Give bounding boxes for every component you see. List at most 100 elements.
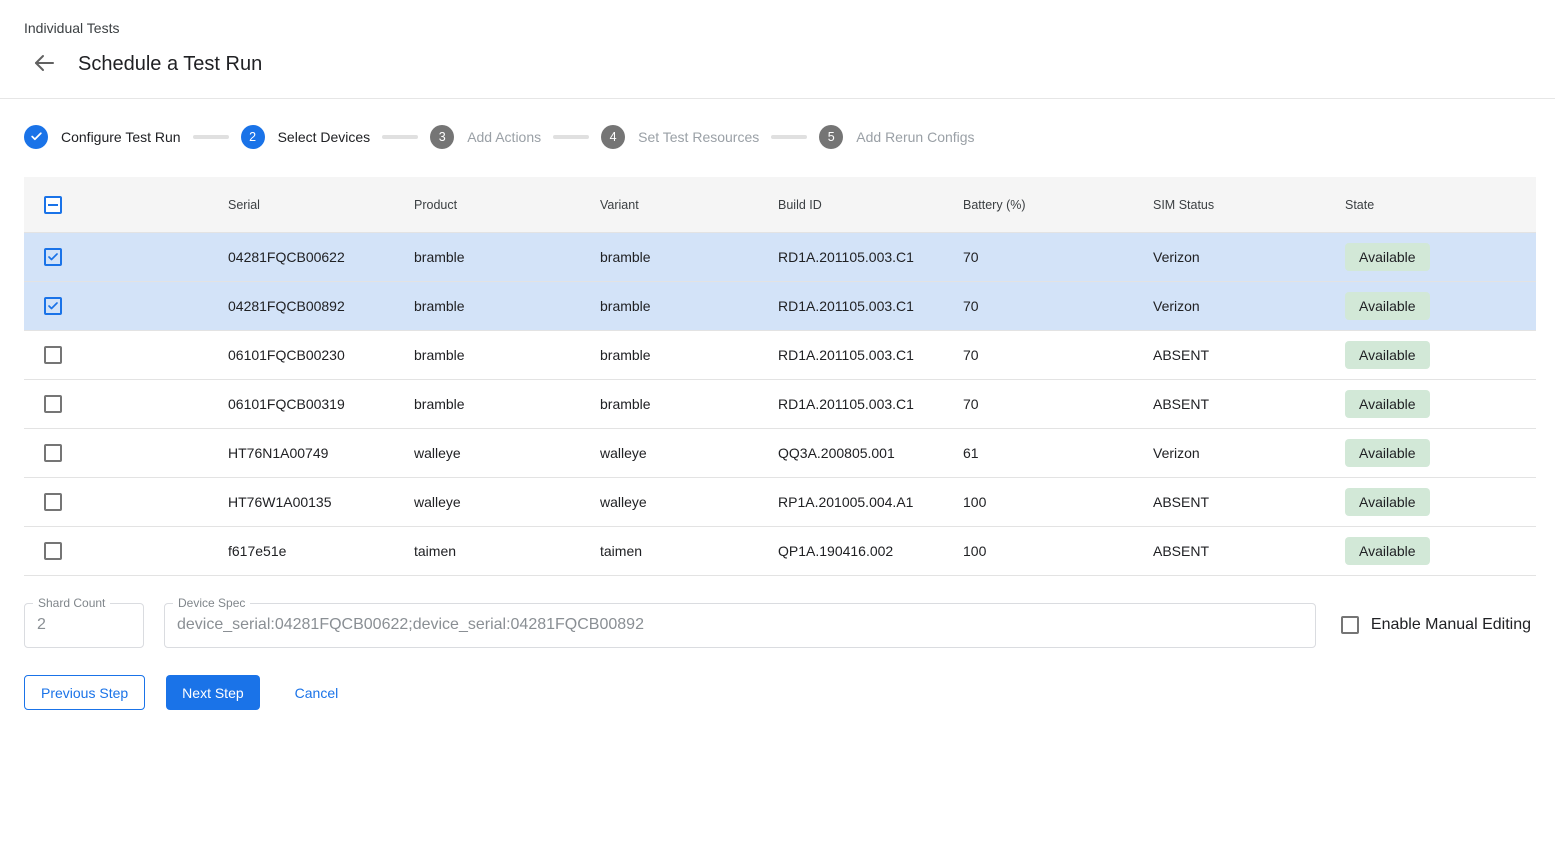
step-number: 5 bbox=[819, 125, 843, 149]
step-label: Configure Test Run bbox=[61, 129, 181, 145]
step-configure-test-run[interactable]: Configure Test Run bbox=[24, 125, 181, 149]
row-checkbox[interactable] bbox=[44, 395, 62, 413]
back-button[interactable] bbox=[24, 44, 64, 84]
step-label: Add Actions bbox=[467, 129, 541, 145]
step-select-devices[interactable]: 2 Select Devices bbox=[241, 125, 371, 149]
cell-serial: HT76W1A00135 bbox=[228, 494, 414, 510]
cell-build-id: QQ3A.200805.001 bbox=[778, 445, 963, 461]
device-table: Serial Product Variant Build ID Battery … bbox=[24, 177, 1536, 576]
stepper-connector bbox=[382, 135, 418, 139]
table-row[interactable]: 06101FQCB00319 bramble bramble RD1A.2011… bbox=[24, 380, 1536, 429]
cell-variant: walleye bbox=[600, 494, 778, 510]
previous-step-button[interactable]: Previous Step bbox=[24, 675, 145, 710]
device-spec-label: Device Spec bbox=[173, 596, 250, 610]
row-checkbox[interactable] bbox=[44, 493, 62, 511]
table-row[interactable]: f617e51e taimen taimen QP1A.190416.002 1… bbox=[24, 527, 1536, 576]
column-header-build-id: Build ID bbox=[778, 198, 963, 212]
row-checkbox[interactable] bbox=[44, 444, 62, 462]
enable-manual-editing-checkbox[interactable] bbox=[1341, 616, 1359, 634]
cell-serial: 04281FQCB00892 bbox=[228, 298, 414, 314]
shard-count-label: Shard Count bbox=[33, 596, 110, 610]
cell-product: bramble bbox=[414, 396, 600, 412]
step-add-actions[interactable]: 3 Add Actions bbox=[430, 125, 541, 149]
cell-battery: 70 bbox=[963, 249, 1153, 265]
column-header-state: State bbox=[1345, 198, 1536, 212]
shard-count-field: Shard Count bbox=[24, 603, 144, 648]
state-badge: Available bbox=[1345, 390, 1430, 418]
step-label: Select Devices bbox=[278, 129, 371, 145]
cell-variant: bramble bbox=[600, 298, 778, 314]
step-add-rerun-configs[interactable]: 5 Add Rerun Configs bbox=[819, 125, 974, 149]
stepper-connector bbox=[771, 135, 807, 139]
cell-variant: bramble bbox=[600, 396, 778, 412]
step-label: Set Test Resources bbox=[638, 129, 759, 145]
wizard-actions: Previous Step Next Step Cancel bbox=[24, 675, 1531, 710]
row-checkbox[interactable] bbox=[44, 248, 62, 266]
cell-battery: 70 bbox=[963, 298, 1153, 314]
cell-build-id: RD1A.201105.003.C1 bbox=[778, 347, 963, 363]
table-row[interactable]: 06101FQCB00230 bramble bramble RD1A.2011… bbox=[24, 331, 1536, 380]
cell-build-id: QP1A.190416.002 bbox=[778, 543, 963, 559]
cell-product: walleye bbox=[414, 445, 600, 461]
cell-build-id: RP1A.201005.004.A1 bbox=[778, 494, 963, 510]
step-set-test-resources[interactable]: 4 Set Test Resources bbox=[601, 125, 759, 149]
column-header-product: Product bbox=[414, 198, 600, 212]
page-title: Schedule a Test Run bbox=[78, 53, 262, 76]
cell-variant: bramble bbox=[600, 249, 778, 265]
table-row[interactable]: 04281FQCB00892 bramble bramble RD1A.2011… bbox=[24, 282, 1536, 331]
cell-product: taimen bbox=[414, 543, 600, 559]
cell-build-id: RD1A.201105.003.C1 bbox=[778, 396, 963, 412]
column-header-variant: Variant bbox=[600, 198, 778, 212]
cell-serial: 06101FQCB00319 bbox=[228, 396, 414, 412]
row-checkbox[interactable] bbox=[44, 346, 62, 364]
cell-sim: ABSENT bbox=[1153, 347, 1345, 363]
step-complete-check-icon bbox=[24, 125, 48, 149]
device-spec-input[interactable] bbox=[177, 616, 1303, 634]
cell-product: bramble bbox=[414, 249, 600, 265]
step-number: 2 bbox=[241, 125, 265, 149]
cell-battery: 70 bbox=[963, 347, 1153, 363]
state-badge: Available bbox=[1345, 439, 1430, 467]
enable-manual-editing-control[interactable]: Enable Manual Editing bbox=[1341, 603, 1531, 634]
cell-battery: 61 bbox=[963, 445, 1153, 461]
table-header-row: Serial Product Variant Build ID Battery … bbox=[24, 177, 1536, 233]
table-row[interactable]: HT76N1A00749 walleye walleye QQ3A.200805… bbox=[24, 429, 1536, 478]
select-all-checkbox[interactable] bbox=[44, 196, 62, 214]
cell-sim: Verizon bbox=[1153, 445, 1345, 461]
shard-count-input[interactable] bbox=[37, 616, 131, 634]
column-header-battery: Battery (%) bbox=[963, 198, 1153, 212]
cell-serial: HT76N1A00749 bbox=[228, 445, 414, 461]
column-header-serial: Serial bbox=[228, 198, 414, 212]
table-row[interactable]: HT76W1A00135 walleye walleye RP1A.201005… bbox=[24, 478, 1536, 527]
row-checkbox[interactable] bbox=[44, 542, 62, 560]
state-badge: Available bbox=[1345, 243, 1430, 271]
cell-variant: taimen bbox=[600, 543, 778, 559]
cancel-button[interactable]: Cancel bbox=[279, 675, 355, 710]
row-checkbox[interactable] bbox=[44, 297, 62, 315]
cell-build-id: RD1A.201105.003.C1 bbox=[778, 249, 963, 265]
back-arrow-icon bbox=[32, 51, 56, 78]
step-label: Add Rerun Configs bbox=[856, 129, 974, 145]
check-icon bbox=[47, 251, 59, 263]
next-step-button[interactable]: Next Step bbox=[166, 675, 259, 710]
cell-product: walleye bbox=[414, 494, 600, 510]
step-number: 3 bbox=[430, 125, 454, 149]
step-number: 4 bbox=[601, 125, 625, 149]
cell-battery: 100 bbox=[963, 543, 1153, 559]
state-badge: Available bbox=[1345, 292, 1430, 320]
cell-sim: ABSENT bbox=[1153, 543, 1345, 559]
stepper-connector bbox=[553, 135, 589, 139]
column-header-sim: SIM Status bbox=[1153, 198, 1345, 212]
device-spec-field: Device Spec bbox=[164, 603, 1316, 648]
cell-serial: 06101FQCB00230 bbox=[228, 347, 414, 363]
state-badge: Available bbox=[1345, 488, 1430, 516]
state-badge: Available bbox=[1345, 341, 1430, 369]
state-badge: Available bbox=[1345, 537, 1430, 565]
cell-serial: f617e51e bbox=[228, 543, 414, 559]
enable-manual-editing-label: Enable Manual Editing bbox=[1371, 616, 1531, 634]
cell-serial: 04281FQCB00622 bbox=[228, 249, 414, 265]
cell-battery: 100 bbox=[963, 494, 1153, 510]
breadcrumb: Individual Tests bbox=[24, 20, 1531, 36]
cell-build-id: RD1A.201105.003.C1 bbox=[778, 298, 963, 314]
table-row[interactable]: 04281FQCB00622 bramble bramble RD1A.2011… bbox=[24, 233, 1536, 282]
